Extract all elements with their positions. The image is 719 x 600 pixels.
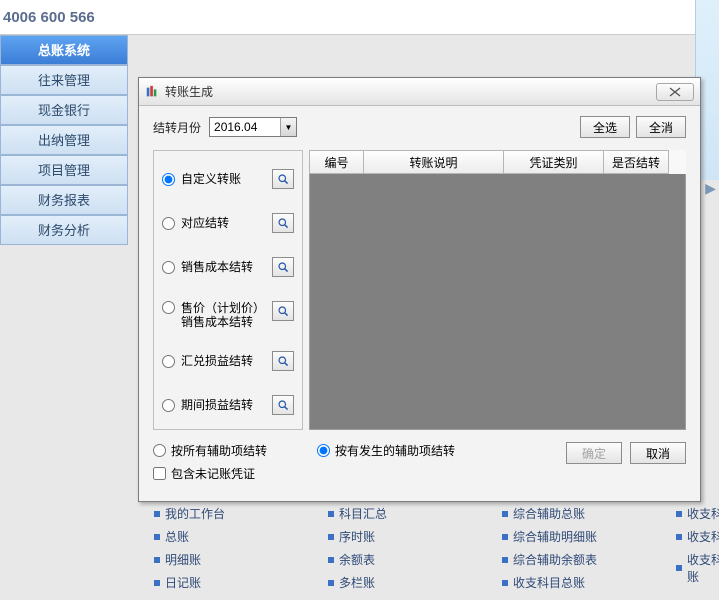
month-label: 结转月份 [153,119,201,136]
app-icon [145,85,159,99]
lookup-button-4[interactable] [272,351,294,371]
ok-button[interactable]: 确定 [566,442,622,464]
close-button[interactable] [656,83,694,101]
column-header-2[interactable]: 凭证类别 [503,150,603,174]
sidebar-item-6[interactable]: 财务分析 [0,215,128,245]
close-icon [668,87,682,97]
sidebar-item-2[interactable]: 现金银行 [0,95,128,125]
select-none-button[interactable]: 全消 [636,116,686,138]
top-bar: 4006 600 566 [0,0,719,35]
bg-link-3-0[interactable]: 收支科目三栏式总账 [676,505,719,522]
bullet-icon [676,565,682,571]
bg-link-2-3[interactable]: 收支科目总账 [502,574,632,591]
lookup-button-2[interactable] [272,257,294,277]
top-row: 结转月份 ▼ 全选 全消 [153,116,686,138]
bullet-icon [502,511,508,517]
grid-zone: 编号转账说明凭证类别是否结转 [309,150,686,430]
bg-link-2-1[interactable]: 综合辅助明细账 [502,528,632,545]
dialog-titlebar: 转账生成 [139,78,700,106]
bullet-icon [502,557,508,563]
bg-link-1-1[interactable]: 序时账 [328,528,458,545]
month-select[interactable]: ▼ [209,117,297,137]
transfer-radio-0[interactable]: 自定义转账 [162,169,294,189]
column-header-0[interactable]: 编号 [309,150,363,174]
bg-link-0-3[interactable]: 日记账 [154,574,284,591]
bullet-icon [502,580,508,586]
phone-number: 4006 600 566 [3,9,95,26]
bullet-icon [154,580,160,586]
sidebar-item-4[interactable]: 项目管理 [0,155,128,185]
transfer-radio-1[interactable]: 对应结转 [162,213,294,233]
bullet-icon [328,557,334,563]
sidebar: 总账系统往来管理现金银行出纳管理项目管理财务报表财务分析 [0,35,128,245]
column-header-1[interactable]: 转账说明 [363,150,503,174]
lookup-button-0[interactable] [272,169,294,189]
bg-link-1-0[interactable]: 科目汇总 [328,505,458,522]
bg-link-2-2[interactable]: 综合辅助余额表 [502,551,632,568]
grid-header: 编号转账说明凭证类别是否结转 [309,150,686,174]
expand-arrow-icon[interactable]: ▶ [705,180,716,197]
sidebar-item-5[interactable]: 财务报表 [0,185,128,215]
transfer-generate-dialog: 转账生成 结转月份 ▼ 全选 全消 自定义转账对应结转销售成本结转售价（计划价）… [138,77,701,502]
lookup-button-1[interactable] [272,213,294,233]
month-input[interactable] [210,118,280,136]
bg-link-1-2[interactable]: 余额表 [328,551,458,568]
lookup-button-3[interactable] [272,301,294,321]
bg-link-2-0[interactable]: 综合辅助总账 [502,505,632,522]
transfer-type-panel: 自定义转账对应结转销售成本结转售价（计划价）销售成本结转汇兑损益结转期间损益结转 [153,150,303,430]
bullet-icon [328,511,334,517]
bullet-icon [328,580,334,586]
bg-link-3-1[interactable]: 收支科目明细账 [676,528,719,545]
lookup-button-5[interactable] [272,395,294,415]
background-links: 我的工作台总账明细账日记账 科目汇总序时账余额表多栏账 综合辅助总账综合辅助明细账综… [154,505,719,591]
radio-all-aux[interactable]: 按所有辅助项结转 [153,442,267,459]
transfer-radio-4[interactable]: 汇兑损益结转 [162,351,294,371]
sidebar-item-1[interactable]: 往来管理 [0,65,128,95]
bottom-row: 按所有辅助项结转 包含未记账凭证 按有发生的辅助项结转 确定 取消 [153,442,686,482]
bg-link-1-3[interactable]: 多栏账 [328,574,458,591]
radio-occurred-aux[interactable]: 按有发生的辅助项结转 [317,442,455,459]
sidebar-item-3[interactable]: 出纳管理 [0,125,128,155]
transfer-radio-5[interactable]: 期间损益结转 [162,395,294,415]
bullet-icon [676,534,682,540]
sidebar-item-0[interactable]: 总账系统 [0,35,128,65]
bullet-icon [676,511,682,517]
bullet-icon [502,534,508,540]
select-all-button[interactable]: 全选 [580,116,630,138]
bullet-icon [154,557,160,563]
grid-body[interactable] [309,174,686,430]
dialog-title: 转账生成 [165,83,656,100]
column-header-3[interactable]: 是否结转 [603,150,669,174]
chk-include-unposted[interactable]: 包含未记账凭证 [153,465,267,482]
bg-link-0-1[interactable]: 总账 [154,528,284,545]
bg-link-0-0[interactable]: 我的工作台 [154,505,284,522]
transfer-radio-2[interactable]: 销售成本结转 [162,257,294,277]
bullet-icon [154,511,160,517]
cancel-button[interactable]: 取消 [630,442,686,464]
bullet-icon [328,534,334,540]
bg-link-3-2[interactable]: 收支科目三栏式明细账 [676,551,719,585]
transfer-radio-3[interactable]: 售价（计划价）销售成本结转 [162,301,294,329]
bullet-icon [154,534,160,540]
bg-link-0-2[interactable]: 明细账 [154,551,284,568]
dropdown-button[interactable]: ▼ [280,118,296,136]
